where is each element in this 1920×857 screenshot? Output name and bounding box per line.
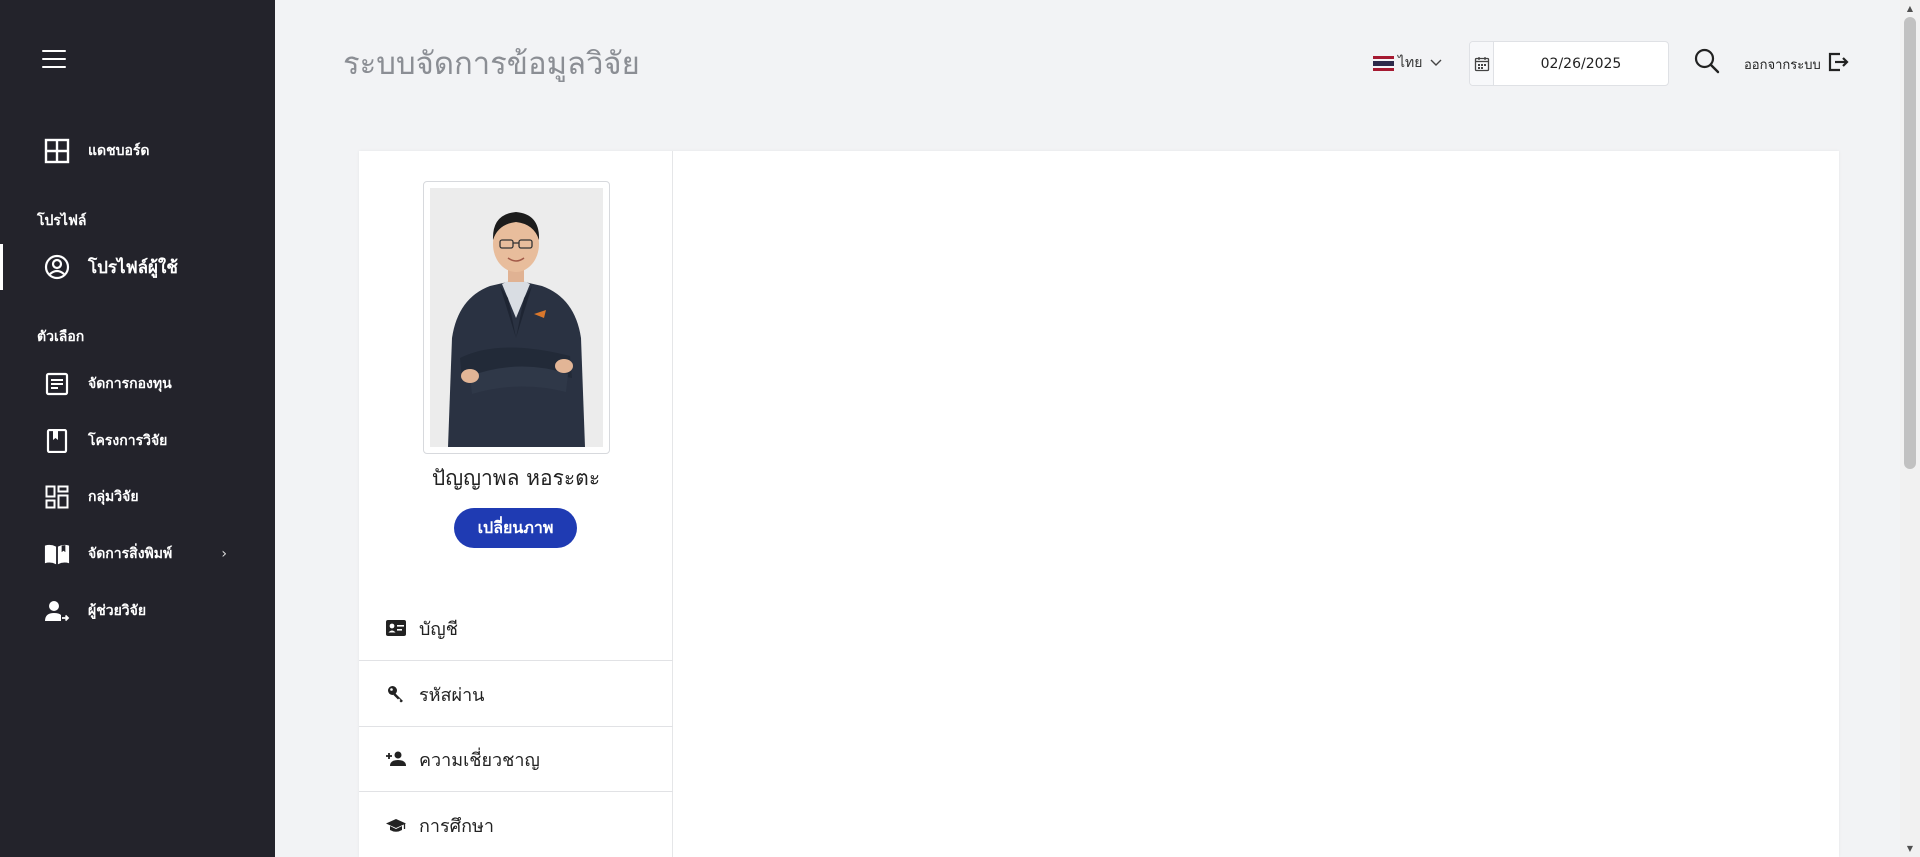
scroll-down-icon[interactable]: ▼ [1900,840,1920,857]
profile-photo-frame [423,181,610,454]
key-icon [385,683,407,705]
logout-button[interactable]: ออกจากระบบ [1744,51,1849,77]
sidebar-item-label: แดชบอร์ด [88,143,150,159]
scroll-up-icon[interactable]: ▲ [1900,0,1920,17]
logout-icon [1827,51,1849,77]
person-star-icon [385,748,407,770]
menu-item-password[interactable]: รหัสผ่าน [359,662,673,727]
page-scrollbar[interactable]: ▲ ▼ [1900,0,1920,857]
sidebar-item-label: จัดการกองทุน [88,376,172,392]
date-input[interactable] [1494,42,1668,85]
sidebar-item-dashboard[interactable]: แดชบอร์ด [0,128,275,174]
profile-sidebar: ปัญญาพล หอระตะ เปลี่ยนภาพ บัญชี รหัสผ่าน… [359,151,673,857]
dashboard-grid-icon [44,484,70,510]
chevron-right-icon: › [221,546,227,562]
sidebar-item-label: ผู้ช่วยวิจัย [88,603,147,619]
date-picker[interactable] [1469,41,1669,86]
sidebar-item-research-assistant[interactable]: ผู้ช่วยวิจัย [0,588,275,634]
bookmark-book-icon [44,428,70,454]
profile-name: ปัญญาพล หอระตะ [431,466,601,490]
id-card-icon [385,617,407,639]
open-book-icon [44,541,70,567]
grid-icon [44,138,70,164]
person-arrow-icon [44,598,70,624]
sidebar-item-research-project[interactable]: โครงการวิจัย [0,418,275,464]
logout-label: ออกจากระบบ [1744,57,1821,73]
calendar-icon[interactable] [1470,42,1494,85]
sidebar-item-label: กลุ่มวิจัย [88,489,139,505]
sidebar-item-research-group[interactable]: กลุ่มวิจัย [0,474,275,520]
menu-item-label: ความเชี่ยวชาญ [419,749,540,771]
menu-item-label: รหัสผ่าน [419,684,485,706]
section-label-options: ตัวเลือก [37,329,85,345]
chevron-down-icon [1430,59,1442,66]
menu-toggle-icon[interactable] [42,50,66,70]
sidebar-item-label: โปรไฟล์ผู้ใช้ [88,257,178,278]
menu-item-education[interactable]: การศึกษา [359,793,673,857]
menu-item-label: บัญชี [419,618,458,640]
change-photo-button[interactable]: เปลี่ยนภาพ [454,508,577,548]
user-circle-icon [44,254,70,280]
search-icon[interactable] [1693,47,1721,75]
sidebar-item-publication[interactable]: จัดการสิ่งพิมพ์ › [0,531,275,577]
page-title: ระบบจัดการข้อมูลวิจัย [343,46,640,82]
menu-item-expertise[interactable]: ความเชี่ยวชาญ [359,727,673,792]
sidebar-item-fund[interactable]: จัดการกองทุน [0,361,275,407]
sidebar-item-label: จัดการสิ่งพิมพ์ [88,546,173,562]
language-label: ไทย [1398,55,1423,71]
menu-item-account[interactable]: บัญชี [359,596,673,661]
profile-card: ปัญญาพล หอระตะ เปลี่ยนภาพ บัญชี รหัสผ่าน… [359,151,1839,857]
language-selector[interactable]: ไทย [1373,52,1442,74]
sidebar-item-profile-user[interactable]: โปรไฟล์ผู้ใช้ [0,244,275,290]
section-label-profile: โปรไฟล์ [37,213,87,229]
scrollbar-thumb[interactable] [1904,17,1916,469]
document-icon [44,371,70,397]
profile-photo [430,188,603,447]
menu-item-label: การศึกษา [419,816,494,837]
graduation-cap-icon [385,815,407,837]
thai-flag-icon [1373,55,1394,71]
sidebar-item-label: โครงการวิจัย [88,433,168,449]
sidebar: แดชบอร์ด โปรไฟล์ โปรไฟล์ผู้ใช้ ตัวเลือก … [0,0,275,857]
